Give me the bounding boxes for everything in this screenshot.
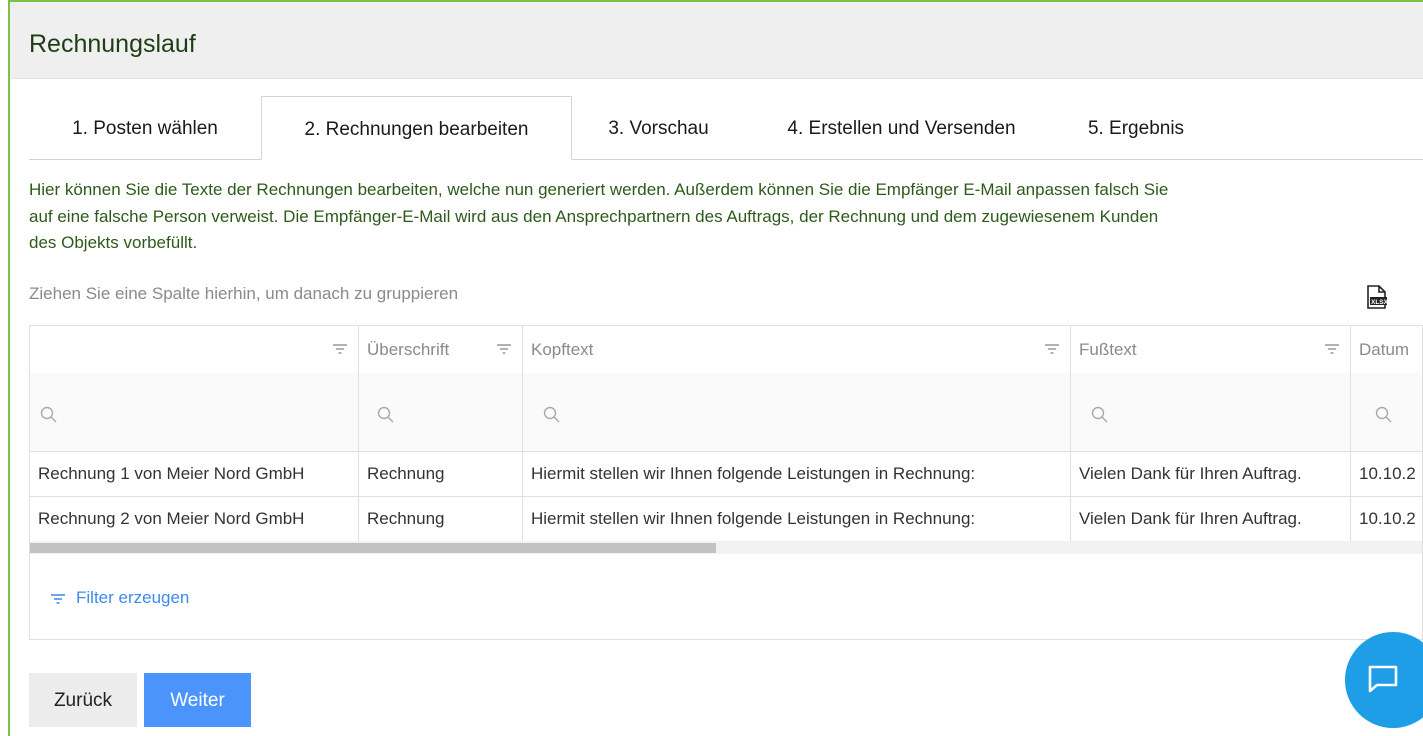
filter-icon [51, 593, 65, 604]
table-row[interactable]: Rechnung 2 von Meier Nord GmbH Rechnung … [30, 496, 1422, 542]
column-header-name[interactable] [30, 326, 359, 373]
invoice-run-panel: Rechnungslauf 1. Posten wählen 2. Rechnu… [8, 0, 1423, 736]
cell-header-text[interactable]: Hiermit stellen wir Ihnen folgende Leist… [523, 496, 1071, 541]
filter-icon[interactable] [1324, 343, 1340, 355]
cell-header-text[interactable]: Hiermit stellen wir Ihnen folgende Leist… [523, 451, 1071, 496]
grid-header-row: Überschrift Kopftext Fußtext Datum [30, 326, 1422, 374]
search-icon [1091, 406, 1108, 423]
filter-icon[interactable] [1044, 343, 1060, 355]
column-header-footer-text[interactable]: Fußtext [1071, 326, 1351, 373]
svg-text:XLSX: XLSX [1371, 299, 1388, 306]
cell-footer-text[interactable]: Vielen Dank für Ihren Auftrag. [1071, 496, 1351, 541]
column-header-title[interactable]: Überschrift [359, 326, 523, 373]
back-button[interactable]: Zurück [29, 673, 137, 727]
tab-edit-invoices[interactable]: 2. Rechnungen bearbeiten [261, 96, 572, 160]
wizard-tabs: 1. Posten wählen 2. Rechnungen bearbeite… [29, 96, 1423, 160]
filter-icon[interactable] [496, 343, 512, 355]
cell-date[interactable]: 10.10.2 [1351, 496, 1422, 541]
filter-icon[interactable] [332, 343, 348, 355]
search-icon [377, 406, 394, 423]
column-header-date[interactable]: Datum [1351, 326, 1422, 373]
filter-cell[interactable] [523, 373, 1071, 451]
next-button[interactable]: Weiter [144, 673, 251, 727]
scrollbar-thumb[interactable] [30, 543, 716, 553]
cell-title[interactable]: Rechnung [359, 451, 523, 496]
group-panel-hint[interactable]: Ziehen Sie eine Spalte hierhin, um danac… [29, 284, 458, 304]
xlsx-export-icon[interactable]: XLSX [1366, 285, 1388, 309]
tab-create-send[interactable]: 4. Erstellen und Versenden [745, 96, 1058, 159]
tab-result[interactable]: 5. Ergebnis [1058, 96, 1214, 159]
search-icon [1375, 406, 1392, 423]
invoice-grid: Überschrift Kopftext Fußtext Datum Rechn… [29, 325, 1423, 640]
cell-name[interactable]: Rechnung 1 von Meier Nord GmbH [30, 451, 359, 496]
page-title: Rechnungslauf [29, 30, 196, 58]
cell-date[interactable]: 10.10.2 [1351, 451, 1422, 496]
instructions-text: Hier können Sie die Texte der Rechnungen… [29, 180, 1169, 252]
grid-filter-row [30, 373, 1422, 452]
tab-preview[interactable]: 3. Vorschau [572, 96, 745, 159]
horizontal-scrollbar[interactable] [30, 541, 1422, 554]
panel-header: Rechnungslauf [10, 2, 1423, 79]
cell-title[interactable]: Rechnung [359, 496, 523, 541]
filter-cell[interactable] [359, 373, 523, 451]
chat-icon [1368, 665, 1398, 693]
cell-footer-text[interactable]: Vielen Dank für Ihren Auftrag. [1071, 451, 1351, 496]
search-icon [543, 406, 560, 423]
column-header-header-text[interactable]: Kopftext [523, 326, 1071, 373]
filter-cell[interactable] [30, 373, 359, 451]
filter-cell[interactable] [1071, 373, 1351, 451]
search-icon [40, 406, 57, 423]
cell-name[interactable]: Rechnung 2 von Meier Nord GmbH [30, 496, 359, 541]
create-filter-link[interactable]: Filter erzeugen [50, 588, 189, 608]
table-row[interactable]: Rechnung 1 von Meier Nord GmbH Rechnung … [30, 451, 1422, 497]
filter-cell[interactable] [1351, 373, 1422, 451]
tab-select-items[interactable]: 1. Posten wählen [29, 96, 261, 159]
